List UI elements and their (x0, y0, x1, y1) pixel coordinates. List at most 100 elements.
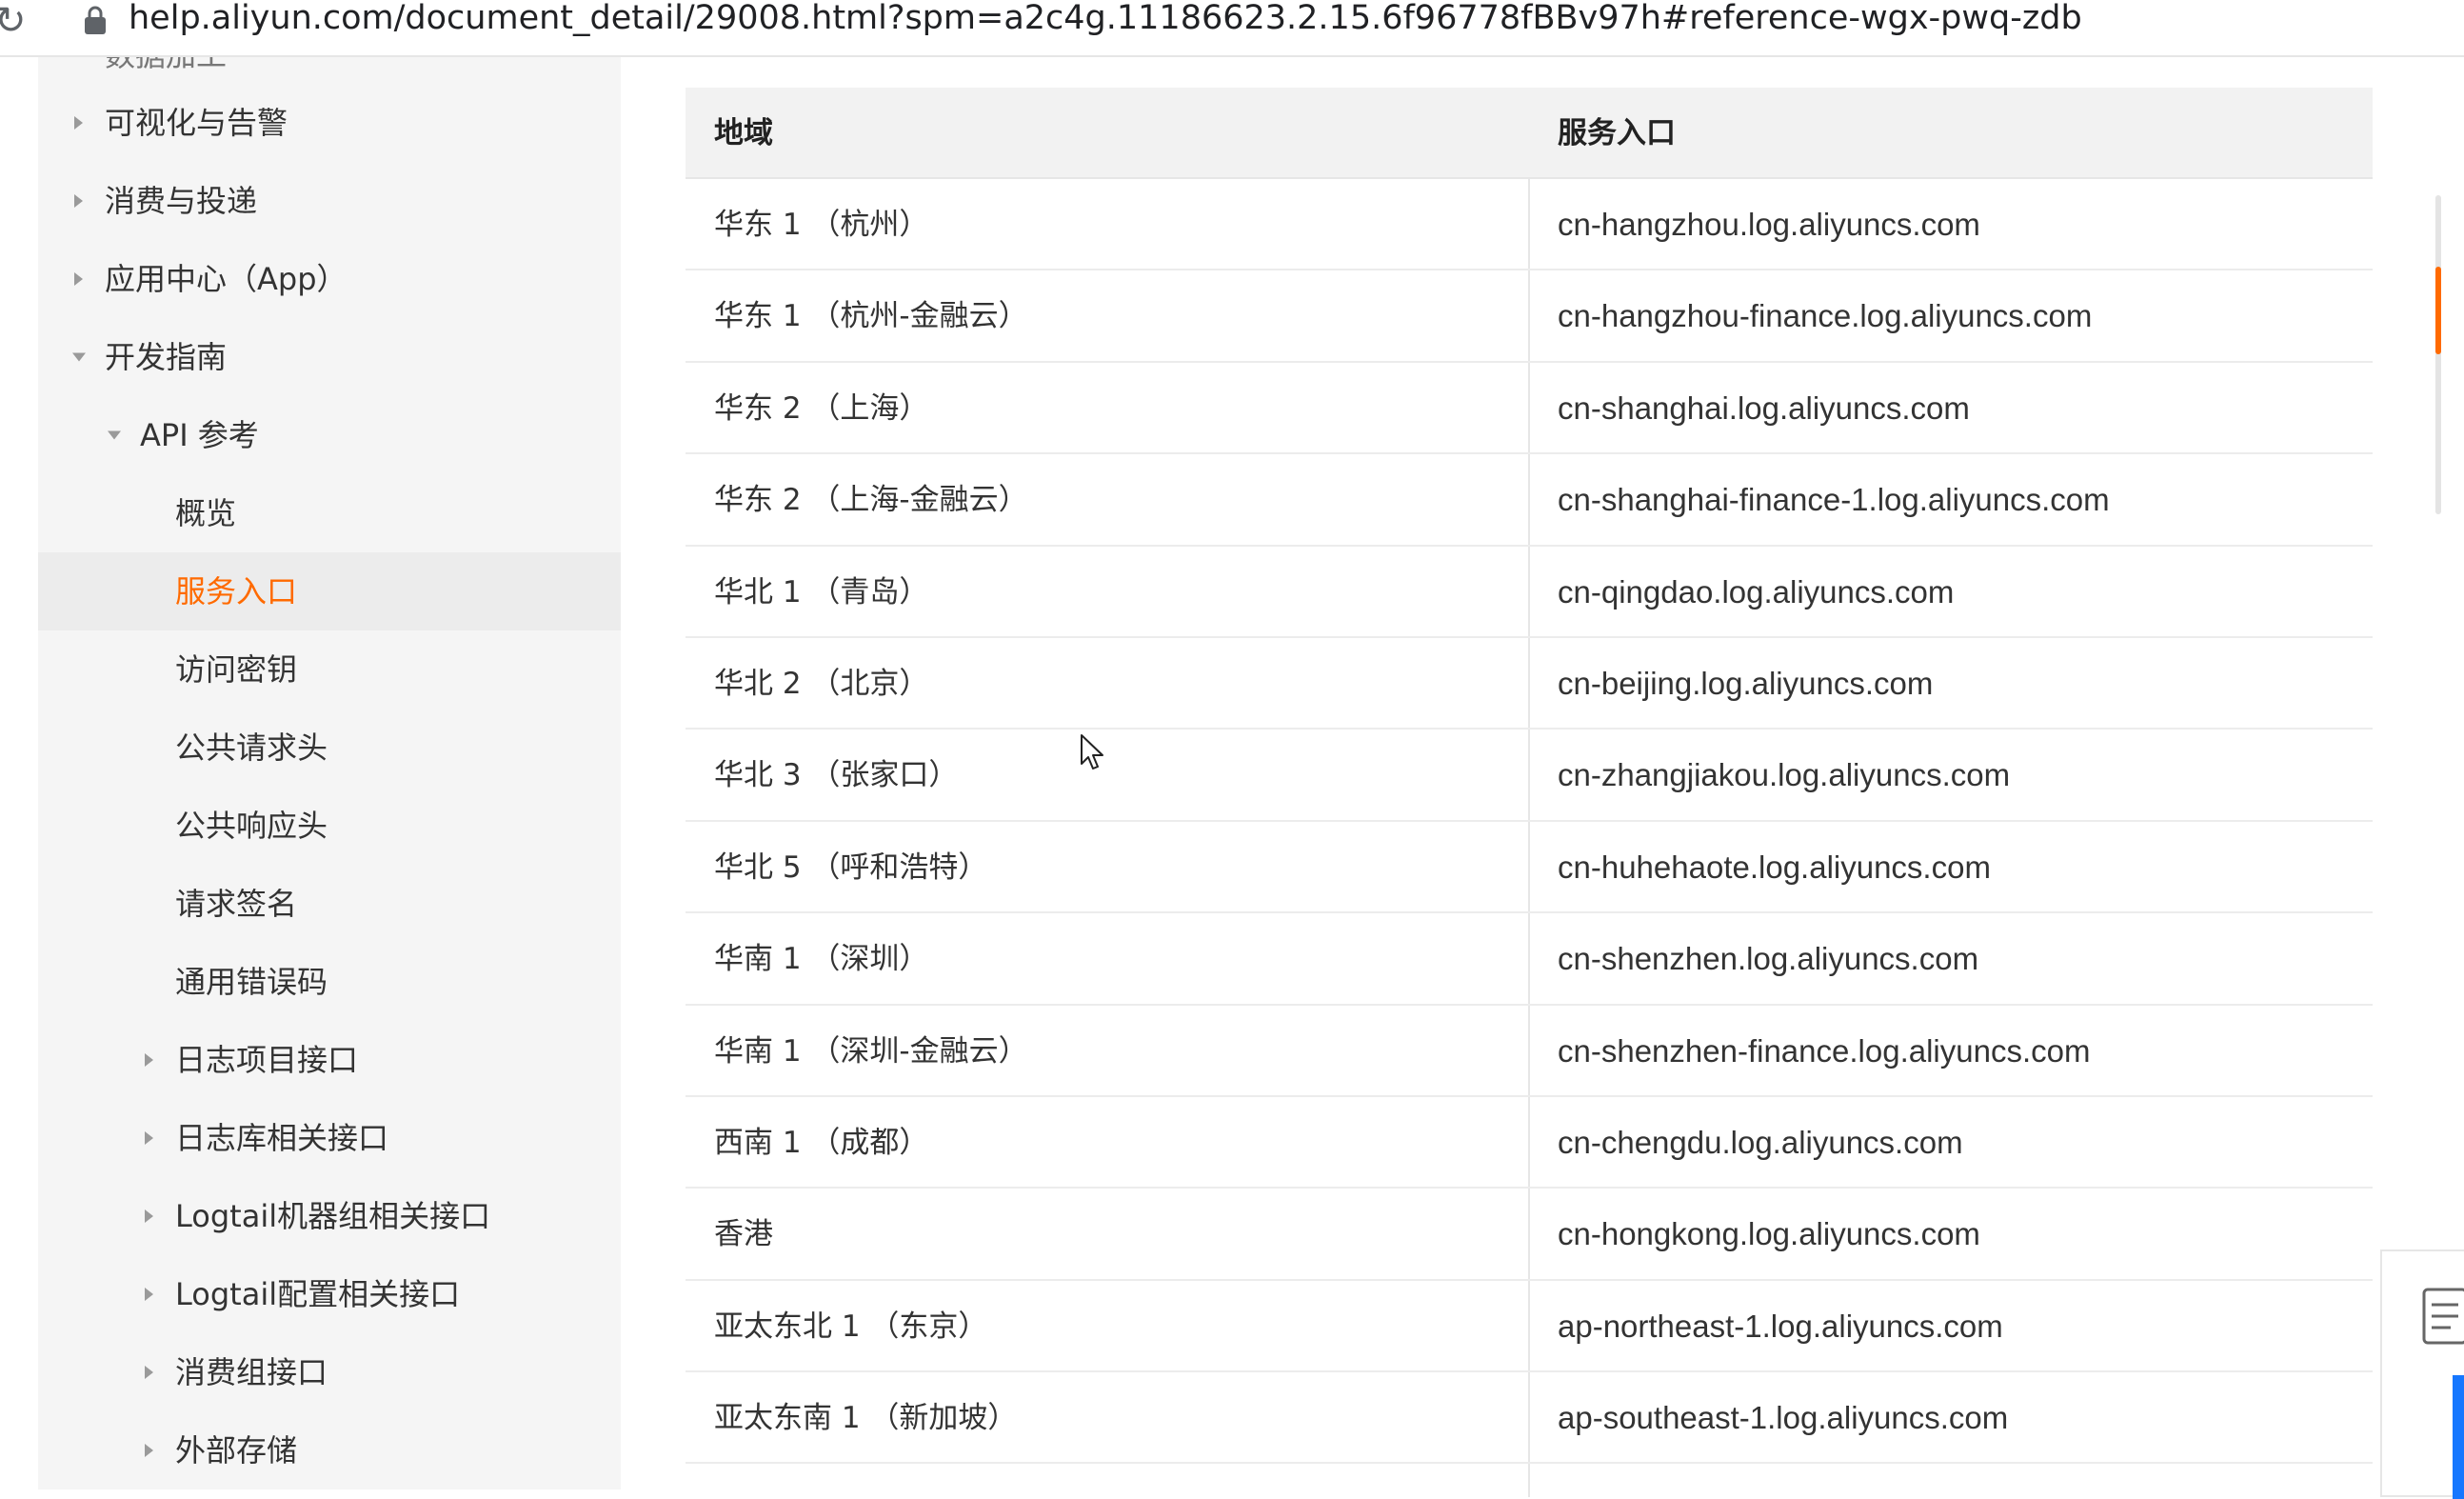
sidebar-item-label: 日志项目接口 (175, 1042, 359, 1078)
sidebar-item-10[interactable]: 请求签名 (38, 865, 621, 943)
caret-right-icon[interactable] (145, 1209, 153, 1223)
region-cell: 香港 (714, 1217, 773, 1252)
endpoint-cell: cn-zhangjiakou.log.aliyuncs.com (1558, 757, 2011, 793)
endpoint-cell: cn-chengdu.log.aliyuncs.com (1558, 1124, 1963, 1160)
caret-down-icon[interactable] (72, 352, 86, 362)
caret-right-icon[interactable] (74, 272, 83, 286)
endpoint-cell: cn-shanghai.log.aliyuncs.com (1558, 390, 1970, 426)
region-cell: 华北 5 （呼和浩特） (714, 849, 988, 885)
table-row: 华北 1 （青岛） cn-qingdao.log.aliyuncs.com (686, 547, 2373, 638)
sidebar-item-label: 日志库相关接口 (175, 1120, 389, 1156)
table-row: 亚太东南 1 （新加坡） ap-southeast-1.log.aliyuncs.… (686, 1372, 2373, 1465)
endpoint-cell: cn-shanghai-finance-1.log.aliyuncs.com (1558, 482, 2110, 518)
endpoint-cell: cn-beijing.log.aliyuncs.com (1558, 665, 1934, 701)
table-row: 香港 cn-hongkong.log.aliyuncs.com (686, 1189, 2373, 1281)
sidebar-item-label: 消费组接口 (175, 1354, 328, 1390)
sidebar-item-5[interactable]: 概览 (38, 474, 621, 552)
region-cell: 华东 1 （杭州） (714, 208, 929, 242)
sidebar-item-label: 概览 (175, 495, 237, 531)
region-cell: 华北 3 （张家口） (714, 758, 959, 793)
caret-right-icon[interactable] (145, 1366, 153, 1379)
document-icon[interactable] (2422, 1288, 2464, 1345)
header-endpoint: 服务入口 (1558, 116, 1676, 150)
sidebar-nav: 数据加工 可视化与告警消费与投递应用中心（App） 开发指南 API 参考概览服务入… (38, 57, 621, 1489)
sidebar-item-label: 消费与投递 (105, 183, 258, 219)
caret-right-icon[interactable] (145, 1444, 153, 1457)
table-body: 华东 1 （杭州） cn-hangzhou.log.aliyuncs.com 华东 … (686, 179, 2373, 1465)
table-row: 华北 2 （北京） cn-beijing.log.aliyuncs.com (686, 638, 2373, 730)
sidebar-item-15[interactable]: Logtail配置相关接口 (38, 1255, 621, 1333)
sidebar-item-1[interactable]: 消费与投递 (38, 162, 621, 240)
sidebar-item-11[interactable]: 通用错误码 (38, 943, 621, 1021)
sidebar-item-9[interactable]: 公共响应头 (38, 787, 621, 865)
sidebar-item-label: 服务入口 (175, 573, 298, 610)
sidebar-item-label: Logtail机器组相关接口 (175, 1198, 491, 1234)
feedback-tab[interactable] (2453, 1375, 2464, 1499)
sidebar-item-label: 外部存储 (175, 1432, 298, 1469)
region-cell: 亚太东北 1 （东京） (714, 1309, 988, 1344)
caret-right-icon[interactable] (74, 116, 83, 130)
lock-icon (85, 6, 106, 34)
header-region: 地域 (714, 116, 773, 150)
page-scrollbar-thumb[interactable] (2435, 267, 2441, 354)
page-scrollbar-track[interactable] (2435, 195, 2441, 514)
endpoint-cell: cn-qingdao.log.aliyuncs.com (1558, 573, 1955, 610)
region-cell: 华北 1 （青岛） (714, 574, 929, 610)
reload-icon[interactable]: ↻ (0, 2, 27, 40)
endpoint-cell: ap-northeast-1.log.aliyuncs.com (1558, 1308, 2003, 1344)
sidebar-item-0[interactable]: 可视化与告警 (38, 84, 621, 162)
endpoint-cell: cn-shenzhen.log.aliyuncs.com (1558, 941, 1979, 977)
endpoint-cell: cn-hangzhou.log.aliyuncs.com (1558, 207, 1980, 242)
sidebar-item-2[interactable]: 应用中心（App） (38, 240, 621, 318)
sidebar-item-label: 应用中心（App） (105, 261, 348, 297)
region-cell: 华北 2 （北京） (714, 666, 929, 701)
sidebar-item-label: 可视化与告警 (105, 105, 288, 141)
caret-right-icon[interactable] (74, 194, 83, 208)
sidebar-item-16[interactable]: 消费组接口 (38, 1333, 621, 1411)
endpoint-cell: cn-hangzhou-finance.log.aliyuncs.com (1558, 298, 2093, 334)
table-row: 华北 3 （张家口） cn-zhangjiakou.log.aliyuncs.co… (686, 730, 2373, 822)
table-row: 华东 2 （上海） cn-shanghai.log.aliyuncs.com (686, 363, 2373, 455)
table-row: 华东 1 （杭州） cn-hangzhou.log.aliyuncs.com (686, 179, 2373, 271)
sidebar-item-12[interactable]: 日志项目接口 (38, 1021, 621, 1099)
caret-right-icon[interactable] (145, 1131, 153, 1145)
address-bar[interactable]: ↻ help.aliyun.com/document_detail/29008.… (0, 0, 2464, 57)
sidebar-item-label: 公共请求头 (175, 730, 328, 766)
endpoint-cell: ap-southeast-1.log.aliyuncs.com (1558, 1400, 2009, 1436)
table-row: 华东 1 （杭州-金融云） cn-hangzhou-finance.log.ali… (686, 270, 2373, 363)
caret-down-icon[interactable] (108, 430, 121, 440)
sidebar-item-17[interactable]: 外部存储 (38, 1411, 621, 1489)
floating-toolbar[interactable] (2380, 1249, 2464, 1499)
sidebar-item-label: 请求签名 (175, 886, 298, 922)
region-cell: 华南 1 （深圳） (714, 942, 929, 977)
sidebar-item-7[interactable]: 访问密钥 (38, 630, 621, 709)
sidebar-item-8[interactable]: 公共请求头 (38, 709, 621, 787)
sidebar-item-4[interactable]: API 参考 (38, 396, 621, 474)
region-cell: 华东 1 （杭州-金融云） (714, 299, 1028, 334)
sidebar-item-6[interactable]: 服务入口 (38, 552, 621, 630)
sidebar-item-label: 开发指南 (105, 339, 228, 375)
region-cell: 华东 2 （上海） (714, 390, 929, 426)
table-header: 地域 服务入口 (686, 88, 2373, 179)
table-row: 华北 5 （呼和浩特） cn-huhehaote.log.aliyuncs.com (686, 822, 2373, 914)
sidebar-item-label: API 参考 (140, 417, 259, 453)
region-cell: 华东 2 （上海-金融云） (714, 483, 1028, 518)
region-cell: 华南 1 （深圳-金融云） (714, 1033, 1028, 1069)
url-text[interactable]: help.aliyun.com/document_detail/29008.ht… (129, 0, 2082, 37)
endpoint-cell: cn-hongkong.log.aliyuncs.com (1558, 1216, 1980, 1252)
endpoint-cell: cn-shenzhen-finance.log.aliyuncs.com (1558, 1032, 2091, 1069)
table-row: 华南 1 （深圳） cn-shenzhen.log.aliyuncs.com (686, 913, 2373, 1006)
region-cell: 西南 1 （成都） (714, 1125, 929, 1160)
endpoint-table: 地域 服务入口 华东 1 （杭州） cn-hangzhou.log.aliyunc… (686, 88, 2373, 1497)
sidebar-item-13[interactable]: 日志库相关接口 (38, 1099, 621, 1177)
sidebar-item-cut-label: 数据加工 (105, 57, 227, 74)
endpoint-cell: cn-huhehaote.log.aliyuncs.com (1558, 849, 1991, 885)
sidebar-item-3[interactable]: 开发指南 (38, 318, 621, 396)
sidebar-item-label: 公共响应头 (175, 808, 328, 844)
table-row: 西南 1 （成都） cn-chengdu.log.aliyuncs.com (686, 1097, 2373, 1189)
sidebar-item-label: Logtail配置相关接口 (175, 1276, 461, 1312)
sidebar-item-14[interactable]: Logtail机器组相关接口 (38, 1177, 621, 1255)
caret-right-icon[interactable] (145, 1288, 153, 1301)
caret-right-icon[interactable] (145, 1053, 153, 1067)
sidebar-item-label: 访问密钥 (175, 651, 298, 688)
